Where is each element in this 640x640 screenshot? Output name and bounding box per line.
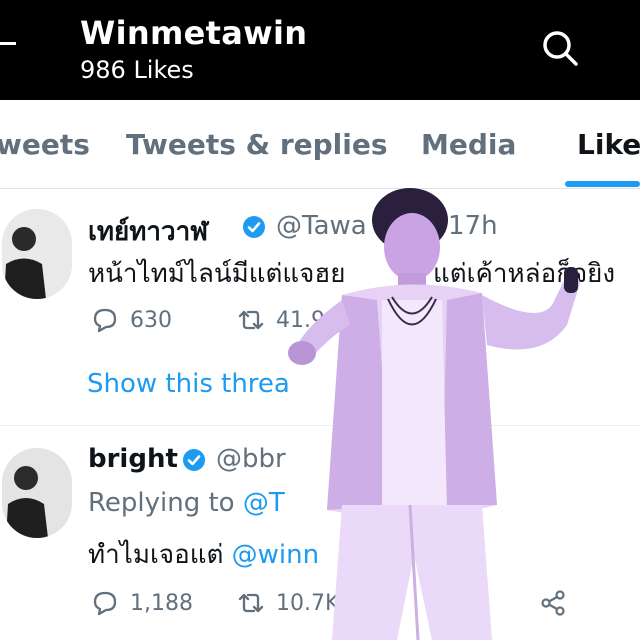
reply-count: 630 bbox=[130, 307, 172, 333]
back-arrow-icon[interactable] bbox=[0, 42, 16, 45]
profile-title: Winmetawin bbox=[80, 14, 308, 52]
search-icon[interactable] bbox=[540, 28, 580, 68]
replying-to-label: Replying to bbox=[88, 488, 235, 518]
tweet-author-name[interactable]: bright bbox=[88, 444, 178, 474]
avatar[interactable] bbox=[2, 209, 72, 299]
reply-icon bbox=[93, 308, 117, 333]
tweet-text-main: ทำไมเจอแต่ bbox=[88, 540, 224, 570]
tweet-author-name[interactable]: เทย์ทาวาฬ bbox=[88, 211, 208, 252]
reply-icon bbox=[93, 591, 117, 616]
header-bar: Winmetawin 986 Likes bbox=[0, 0, 640, 100]
dancing-person-overlay bbox=[288, 188, 580, 640]
tab-tweets[interactable]: weets bbox=[0, 128, 90, 161]
likes-count: 986 Likes bbox=[80, 56, 194, 84]
reply-action[interactable]: 630 bbox=[90, 305, 172, 335]
replying-to-context: Replying to @T bbox=[88, 488, 285, 518]
tab-tweets-and-replies[interactable]: Tweets & replies bbox=[126, 128, 388, 161]
retweet-icon bbox=[238, 310, 264, 330]
replying-to-mention[interactable]: @T bbox=[243, 488, 285, 518]
verified-badge-icon bbox=[243, 216, 265, 238]
tweet-author-handle[interactable]: @bbr bbox=[216, 444, 286, 474]
avatar[interactable] bbox=[2, 448, 72, 538]
tab-media[interactable]: Media bbox=[421, 128, 516, 161]
show-thread-link[interactable]: Show this threa bbox=[87, 369, 290, 399]
reply-action[interactable]: 1,188 bbox=[90, 588, 193, 618]
reply-count: 1,188 bbox=[130, 590, 193, 616]
verified-badge-icon bbox=[183, 449, 205, 471]
tab-likes[interactable]: Like bbox=[577, 128, 640, 161]
retweet-icon bbox=[238, 593, 264, 613]
